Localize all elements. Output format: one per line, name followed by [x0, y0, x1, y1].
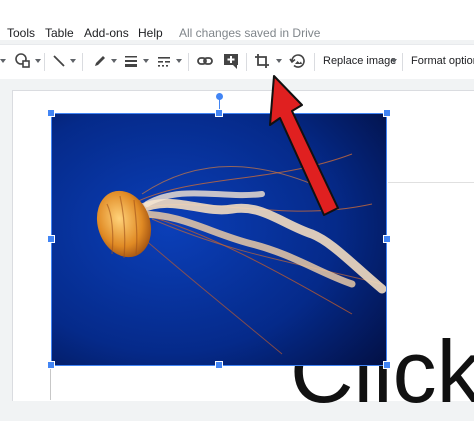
annotation-arrow-icon [269, 75, 339, 216]
